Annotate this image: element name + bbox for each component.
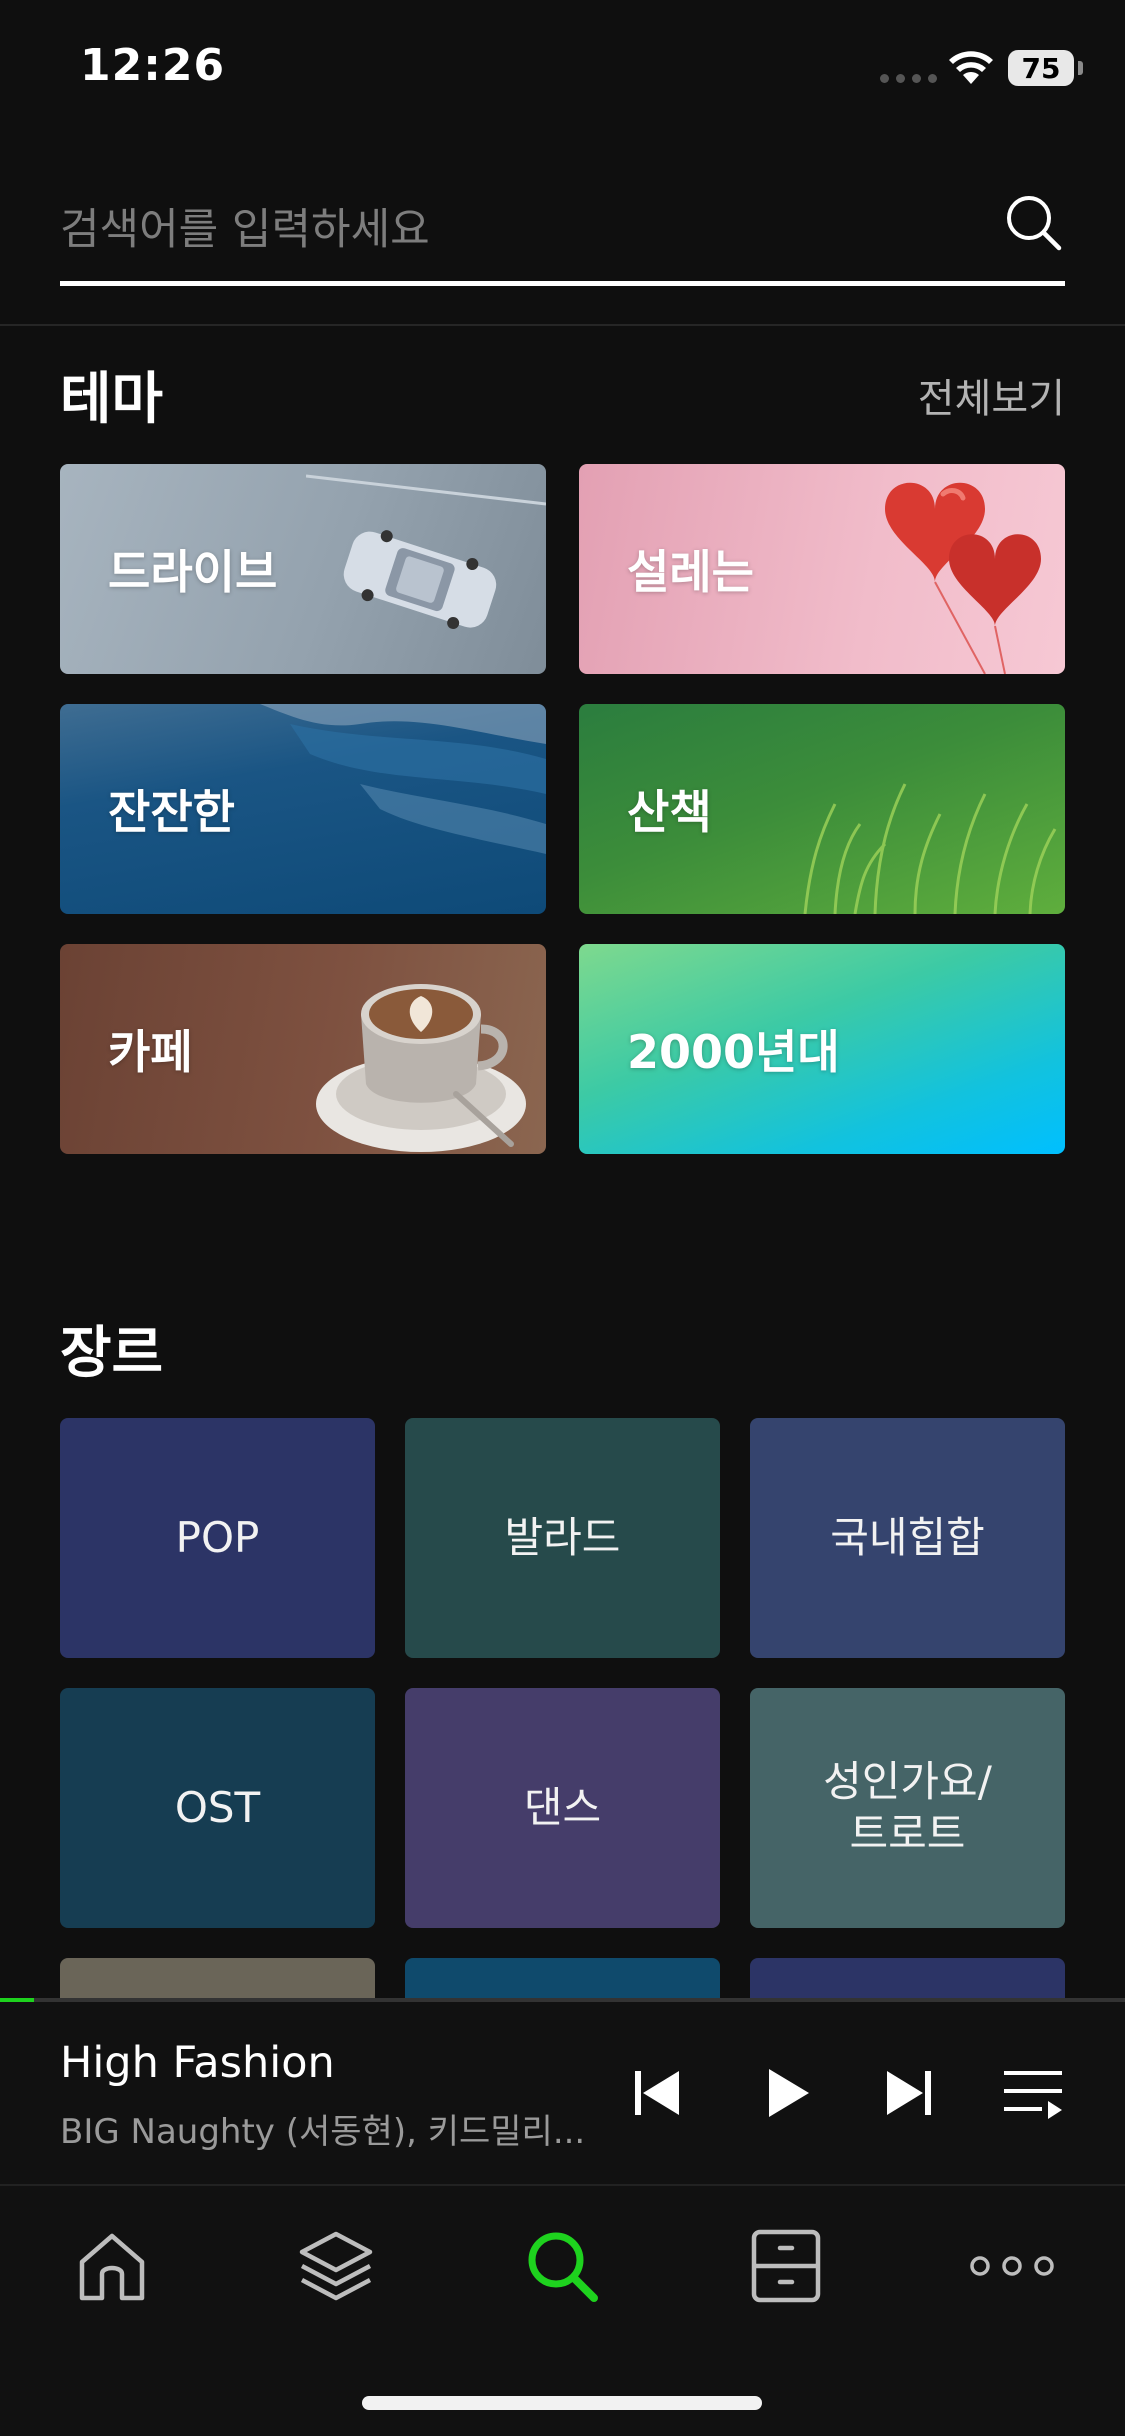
playlist-queue-icon (1004, 2071, 1062, 2119)
tab-more[interactable] (962, 2216, 1062, 2316)
theme-card-excited[interactable]: 설레는 (579, 464, 1065, 674)
genre-tile[interactable] (60, 1958, 375, 1998)
track-title: High Fashion (60, 2038, 335, 2088)
library-cabinet-icon (751, 2229, 821, 2303)
grass-field-image (803, 783, 1057, 914)
status-bar: 12:26 75 (0, 0, 1125, 140)
see-all-link[interactable]: 전체보기 (918, 366, 1065, 424)
theme-card-cafe[interactable]: 카페 (60, 944, 546, 1154)
genre-grid: POP 발라드 국내힙합 OST 댄스 성인가요/ 트로트 (60, 1418, 1065, 1998)
layers-icon (299, 2231, 373, 2301)
genre-tile-trot[interactable]: 성인가요/ 트로트 (750, 1688, 1065, 1928)
theme-card-label: 2000년대 (627, 1025, 840, 1079)
theme-card-label: 카페 (108, 1025, 193, 1079)
genre-tile[interactable] (405, 1958, 720, 1998)
car-image (306, 474, 546, 629)
theme-card-2000s[interactable]: 2000년대 (579, 944, 1065, 1154)
play-icon (769, 2069, 809, 2117)
skip-previous-icon (635, 2071, 679, 2115)
genre-tile-dance[interactable]: 댄스 (405, 1688, 720, 1928)
home-indicator (362, 2396, 762, 2410)
theme-card-label: 산책 (627, 785, 712, 839)
cellular-signal-icon (880, 74, 937, 83)
home-icon (79, 2233, 145, 2301)
theme-card-label: 잔잔한 (108, 785, 235, 839)
tab-search[interactable] (512, 2216, 612, 2316)
theme-section-title: 테마 (60, 367, 164, 432)
battery-icon: 75 (1008, 50, 1074, 86)
battery-tip (1078, 61, 1083, 75)
tab-browse[interactable] (286, 2216, 386, 2316)
genre-tile-ost[interactable]: OST (60, 1688, 375, 1928)
genre-tile[interactable] (750, 1958, 1065, 1998)
genre-tile-korean-hiphop[interactable]: 국내힙합 (750, 1418, 1065, 1658)
genre-section-title: 장르 (60, 1321, 164, 1386)
genre-tile-ballad[interactable]: 발라드 (405, 1418, 720, 1658)
search-icon[interactable] (1003, 192, 1065, 254)
heart-balloons-image (885, 482, 1041, 674)
tab-library[interactable] (736, 2216, 836, 2316)
divider (0, 324, 1125, 326)
theme-card-calm[interactable]: 잔잔한 (60, 704, 546, 914)
theme-card-walk[interactable]: 산책 (579, 704, 1065, 914)
genre-tile-pop[interactable]: POP (60, 1418, 375, 1658)
wifi-icon (949, 51, 993, 84)
search-icon (528, 2232, 598, 2302)
tab-home[interactable] (62, 2216, 162, 2316)
next-track-button[interactable] (876, 2060, 942, 2126)
previous-track-button[interactable] (624, 2060, 690, 2126)
more-icon (970, 2256, 1054, 2276)
mini-player[interactable]: High Fashion BIG Naughty (서동현), 키드밀리... (0, 2002, 1125, 2184)
status-time: 12:26 (80, 40, 226, 91)
playlist-button[interactable] (1000, 2060, 1066, 2126)
track-artist: BIG Naughty (서동현), 키드밀리... (60, 2112, 586, 2152)
theme-card-drive[interactable]: 드라이브 (60, 464, 546, 674)
play-button[interactable] (754, 2060, 820, 2126)
search-bar (60, 180, 1065, 286)
theme-card-label: 설레는 (627, 545, 754, 599)
latte-cup-image (316, 984, 526, 1152)
search-input[interactable] (60, 190, 960, 270)
skip-next-icon (887, 2071, 931, 2115)
theme-card-label: 드라이브 (108, 545, 278, 599)
